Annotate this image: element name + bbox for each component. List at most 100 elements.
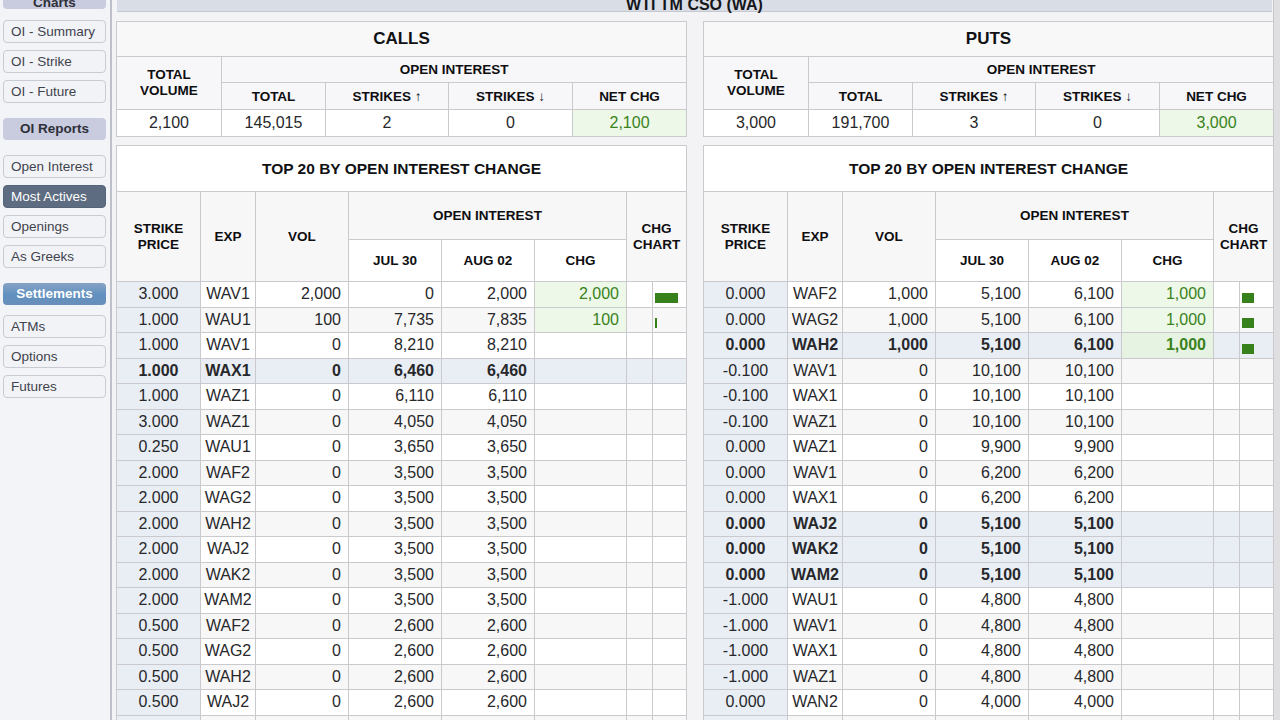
- sidebar-item-as-greeks[interactable]: As Greeks: [3, 245, 106, 268]
- cell-chart-pos: [1240, 384, 1274, 410]
- cell-strike: 0.500: [117, 690, 201, 716]
- cell-chart-pos: [653, 613, 687, 639]
- cell-jul30: 6,200: [936, 460, 1029, 486]
- calls-chg-header: CHG: [535, 240, 627, 282]
- cell-jul30: 3,500: [349, 562, 442, 588]
- puts-total-volume-header: TOTAL VOLUME: [704, 57, 809, 110]
- calls-strikes-down-value: 0: [449, 110, 573, 137]
- table-row: 0.500WAJ202,6002,600: [117, 690, 687, 716]
- cell-strike: [117, 715, 201, 720]
- cell-chg: [1122, 486, 1214, 512]
- cell-chg: [535, 358, 627, 384]
- cell-chg: [535, 511, 627, 537]
- cell-chg: [1122, 384, 1214, 410]
- cell-chart-pos: [653, 282, 687, 308]
- sidebar: Charts OI - Summary OI - Strike OI - Future…: [0, 0, 112, 720]
- cell-jul30: 5,100: [936, 537, 1029, 563]
- cell-exp: WAZ1: [788, 409, 843, 435]
- cell-chg: [535, 639, 627, 665]
- cell-exp: WAN2: [788, 690, 843, 716]
- table-row: 2.000WAH203,5003,500: [117, 511, 687, 537]
- cell-chart-pos: [653, 307, 687, 333]
- sidebar-item-open-interest[interactable]: Open Interest: [3, 155, 106, 178]
- sidebar-item-oi-future[interactable]: OI - Future: [3, 80, 106, 103]
- cell-strike: -1.000: [704, 639, 788, 665]
- cell-jul30: 5,100: [936, 511, 1029, 537]
- cell-vol: 1,000: [843, 307, 936, 333]
- cell-strike: 0.000: [704, 282, 788, 308]
- cell-chart-neg: [627, 715, 653, 720]
- cell-exp: WAG2: [201, 639, 256, 665]
- cell-strike: 0.000: [704, 690, 788, 716]
- cell-chart-neg: [1214, 613, 1240, 639]
- cell-chg: 2,000: [535, 282, 627, 308]
- cell-strike: 2.000: [117, 511, 201, 537]
- cell-vol: 0: [843, 511, 936, 537]
- cell-exp: WAJ2: [201, 690, 256, 716]
- cell-strike: 0.250: [117, 435, 201, 461]
- cell-vol: 0: [256, 384, 349, 410]
- table-row: 2.000WAF203,5003,500: [117, 460, 687, 486]
- cell-chg: [1122, 639, 1214, 665]
- calls-strikes-up-value: 2: [326, 110, 449, 137]
- sidebar-item-openings[interactable]: Openings: [3, 215, 106, 238]
- sidebar-item-options[interactable]: Options: [3, 345, 106, 368]
- cell-vol: 0: [256, 511, 349, 537]
- cell-chart-neg: [627, 333, 653, 359]
- cell-exp: WAZ1: [788, 664, 843, 690]
- table-row: 0.000WAJ205,1005,100: [704, 511, 1274, 537]
- cell-chart-pos: [653, 588, 687, 614]
- cell-aug02: 10,100: [1029, 358, 1122, 384]
- sidebar-item-oi-summary[interactable]: OI - Summary: [3, 20, 106, 43]
- cell-exp: [788, 715, 843, 720]
- cell-aug02: 3,500: [442, 486, 535, 512]
- cell-jul30: 10,100: [936, 384, 1029, 410]
- sidebar-item-oi-strike[interactable]: OI - Strike: [3, 50, 106, 73]
- cell-vol: 0: [256, 537, 349, 563]
- cell-strike: 0.500: [117, 613, 201, 639]
- cell-chart-pos: [653, 715, 687, 720]
- calls-total-volume-header: TOTAL VOLUME: [117, 57, 222, 110]
- sidebar-header-charts: Charts: [3, 0, 106, 9]
- calls-summary-table: CALLS TOTAL VOLUME OPEN INTEREST TOTAL S…: [116, 21, 687, 137]
- puts-strikes-up-value: 3: [913, 110, 1036, 137]
- cell-chart-neg: [1214, 562, 1240, 588]
- sidebar-item-futures[interactable]: Futures: [3, 375, 106, 398]
- puts-top20-panel: TOP 20 BY OPEN INTEREST CHANGE STRIKE PR…: [703, 145, 1274, 720]
- cell-chart-pos: [1240, 409, 1274, 435]
- cell-jul30: 2,600: [349, 690, 442, 716]
- cell-chart-pos: [1240, 486, 1274, 512]
- cell-chart-pos: [1240, 715, 1274, 720]
- cell-chart-neg: [1214, 486, 1240, 512]
- cell-chart-pos: [653, 537, 687, 563]
- cell-aug02: 6,100: [1029, 307, 1122, 333]
- cell-vol: 1,000: [843, 333, 936, 359]
- calls-top20-panel: TOP 20 BY OPEN INTEREST CHANGE STRIKE PR…: [116, 145, 687, 720]
- table-row: -1.000WAX104,8004,800: [704, 639, 1274, 665]
- cell-aug02: 5,100: [1029, 511, 1122, 537]
- table-row: 0.000WAF21,0005,1006,1001,000: [704, 282, 1274, 308]
- cell-strike: -1.000: [704, 588, 788, 614]
- cell-exp: WAF2: [788, 282, 843, 308]
- table-row: 0.000WAH21,0005,1006,1001,000: [704, 333, 1274, 359]
- cell-aug02: 7,835: [442, 307, 535, 333]
- cell-exp: WAM2: [788, 562, 843, 588]
- cell-chg: [535, 409, 627, 435]
- puts-top20-title: TOP 20 BY OPEN INTEREST CHANGE: [704, 146, 1274, 192]
- cell-aug02: 6,200: [1029, 486, 1122, 512]
- cell-chg: [535, 537, 627, 563]
- cell-chart-neg: [627, 486, 653, 512]
- cell-chart-neg: [1214, 639, 1240, 665]
- cell-chg: [535, 435, 627, 461]
- sidebar-item-most-actives[interactable]: Most Actives: [3, 185, 106, 208]
- table-row: 3.000WAZ104,0504,050: [117, 409, 687, 435]
- cell-chart-pos: [1240, 307, 1274, 333]
- table-row: -0.100WAX1010,10010,100: [704, 384, 1274, 410]
- cell-jul30: 3,650: [349, 435, 442, 461]
- cell-chg: [535, 384, 627, 410]
- cell-jul30: 2,600: [349, 639, 442, 665]
- cell-jul30: 6,200: [936, 486, 1029, 512]
- cell-chg: [1122, 690, 1214, 716]
- cell-jul30: 6,110: [349, 384, 442, 410]
- sidebar-item-atms[interactable]: ATMs: [3, 315, 106, 338]
